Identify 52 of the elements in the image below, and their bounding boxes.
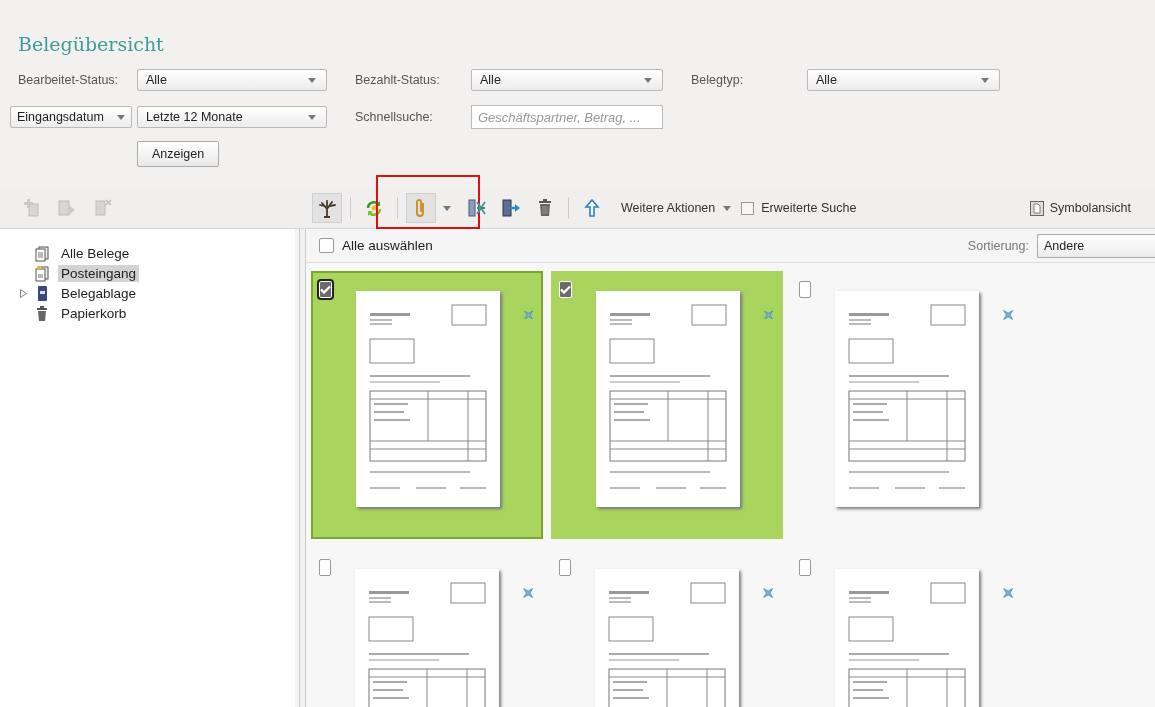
caret-icon [981, 77, 989, 83]
caret-icon [644, 77, 652, 83]
page-title: Belegübersicht [18, 33, 164, 55]
pin-icon[interactable] [762, 585, 773, 601]
caret-icon [443, 205, 451, 211]
tree-item[interactable]: Belegablage [58, 284, 140, 302]
caret-icon [308, 77, 316, 83]
icon-view-button[interactable]: Symbolansicht [1023, 199, 1137, 217]
caret-icon [723, 205, 732, 211]
page-icon [1029, 200, 1044, 216]
show-button[interactable]: Anzeigen [137, 141, 220, 167]
checkbox-label: Erweiterte Suche [761, 201, 857, 215]
field-label: Bezahlt-Status: [355, 73, 440, 87]
tree-icon[interactable] [312, 193, 342, 223]
check-icon [320, 285, 331, 294]
tile-checkbox[interactable] [799, 281, 811, 298]
documents-icon [34, 244, 50, 262]
dropdown[interactable]: Alle [471, 69, 663, 91]
check-icon [560, 285, 571, 294]
tree-item[interactable]: Papierkorb [58, 304, 130, 322]
pin-icon[interactable] [764, 307, 773, 323]
trash-icon [34, 304, 50, 322]
tree-item[interactable]: Posteingang [58, 264, 140, 282]
document-tile[interactable] [551, 271, 783, 539]
dropdown[interactable]: Alle [807, 69, 1000, 91]
checkbox[interactable] [319, 238, 334, 253]
pin-icon[interactable] [1002, 585, 1013, 601]
sort-dropdown[interactable]: Andere [1037, 233, 1155, 258]
expand-arrow-icon[interactable] [20, 288, 27, 298]
paperclip-icon[interactable] [406, 193, 436, 223]
field-label: Schnellsuche: [355, 110, 433, 124]
more-actions-menu[interactable]: Weitere Aktionen [615, 201, 738, 215]
document-tile[interactable] [311, 271, 543, 539]
tile-checkbox[interactable] [799, 559, 811, 576]
search-field[interactable]: Geschäftspartner, Betrag, ... [471, 105, 663, 129]
field-label: Belegtyp: [691, 73, 744, 87]
dropdown[interactable]: Letzte 12 Monate [137, 106, 327, 128]
tree-item[interactable]: Alle Belege [58, 244, 133, 262]
pin-icon[interactable] [522, 585, 533, 601]
dropdown[interactable]: Alle [137, 69, 327, 91]
tile-checkbox[interactable] [319, 559, 331, 576]
sort-label: Sortierung: [967, 238, 1029, 253]
checkbox[interactable] [741, 201, 755, 215]
caret-icon [117, 114, 125, 120]
inbox-icon [34, 264, 50, 282]
caret-icon [308, 114, 316, 120]
dropdown[interactable]: Eingangsdatum [10, 106, 132, 128]
pin-icon[interactable] [524, 307, 533, 323]
tile-checkbox[interactable] [559, 559, 571, 576]
field-label: Bearbeitet-Status: [18, 73, 119, 87]
pin-icon[interactable] [1002, 307, 1013, 323]
checkbox-label: Alle auswählen [342, 238, 433, 253]
